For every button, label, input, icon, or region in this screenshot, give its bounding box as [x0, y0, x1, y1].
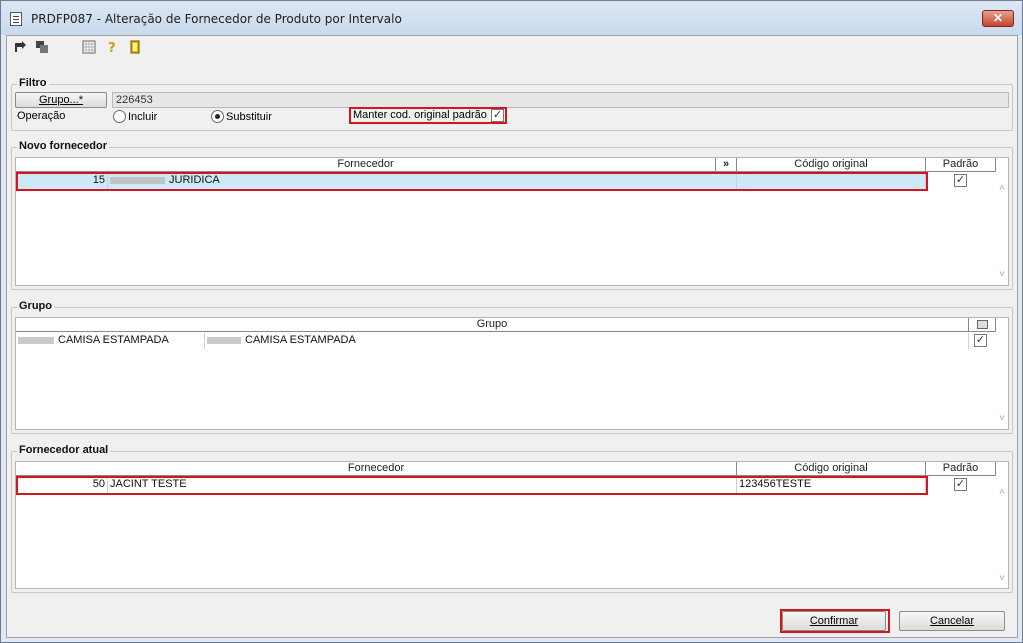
calendar-icon[interactable] — [82, 40, 96, 54]
row-highlight — [16, 172, 928, 191]
filtro-group: Filtro Grupo...* 226453 Operação Incluir… — [11, 77, 1013, 131]
novo-fornecedor-group: Novo fornecedor Fornecedor » Código orig… — [11, 140, 1013, 290]
exit-door-icon[interactable] — [128, 40, 142, 54]
novo-fornecedor-title: Novo fornecedor — [17, 140, 110, 152]
col-codigo-original[interactable]: Código original — [737, 158, 926, 172]
cancelar-button[interactable]: Cancelar — [899, 611, 1005, 631]
filtro-title: Filtro — [17, 77, 49, 89]
document-icon — [10, 12, 22, 26]
title-bar: PRDFP087 - Alteração de Fornecedor de Pr… — [1, 1, 1022, 35]
col-grupo[interactable]: Grupo — [16, 318, 969, 332]
cancelar-label: Cancelar — [929, 615, 975, 627]
grupo-title: Grupo — [17, 300, 54, 312]
fornecedor-atual-title: Fornecedor atual — [17, 444, 111, 456]
grupo-value-field[interactable]: 226453 — [112, 92, 1009, 108]
fornecedor-atual-grid: Fornecedor Código original Padrão 50 JAC… — [15, 461, 1009, 589]
grupo-button-label: Grupo...* — [38, 94, 84, 106]
svg-text:?: ? — [108, 41, 116, 54]
col-fornecedor[interactable]: Fornecedor — [16, 462, 737, 476]
close-button[interactable]: ✕ — [982, 10, 1014, 27]
help-icon[interactable]: ? — [105, 40, 119, 54]
col-codigo-original[interactable]: Código original — [737, 462, 926, 476]
manter-checkbox[interactable]: ✓ — [491, 109, 504, 122]
redacted-block — [18, 336, 54, 344]
confirmar-highlight — [780, 609, 890, 633]
padrao-checkbox[interactable]: ✓ — [954, 478, 967, 491]
incluir-label: Incluir — [128, 111, 158, 123]
grupo-group: Grupo Grupo CAMISA ESTAMPADA CAMISA ESTA… — [11, 300, 1013, 434]
grupo-grid: Grupo CAMISA ESTAMPADA CAMISA ESTAMPADA … — [15, 317, 1009, 430]
select-all-icon — [976, 320, 988, 329]
padrao-checkbox[interactable]: ✓ — [954, 174, 967, 187]
substituir-label: Substituir — [226, 111, 272, 123]
col-expand[interactable]: » — [716, 158, 737, 172]
table-row[interactable]: CAMISA ESTAMPADA CAMISA ESTAMPADA — [16, 333, 969, 349]
grupo-padrao-checkbox[interactable]: ✓ — [974, 334, 987, 347]
scroll-down-icon[interactable]: ˅ — [997, 270, 1007, 280]
col-fornecedor[interactable]: Fornecedor — [16, 158, 716, 172]
grupo-button[interactable]: Grupo...* — [15, 92, 107, 108]
main-window: PRDFP087 - Alteração de Fornecedor de Pr… — [0, 0, 1023, 643]
arrow-icon[interactable] — [13, 40, 27, 54]
novo-fornecedor-grid: Fornecedor » Código original Padrão 15 J… — [15, 157, 1009, 286]
client-area: ? Filtro Grupo...* 226453 Operação Inclu… — [6, 35, 1018, 638]
fornecedor-atual-group: Fornecedor atual Fornecedor Código origi… — [11, 444, 1013, 593]
incluir-radio[interactable] — [113, 110, 126, 123]
toolbar: ? — [7, 36, 1017, 60]
scroll-down-icon[interactable]: ˅ — [997, 414, 1007, 424]
grupo-col2: CAMISA ESTAMPADA — [205, 333, 969, 349]
row-highlight — [16, 476, 928, 495]
scroll-down-icon[interactable]: ˅ — [997, 574, 1007, 584]
col-padrao[interactable]: Padrão — [926, 158, 996, 172]
copy-icon[interactable] — [35, 40, 49, 54]
col-select-all[interactable] — [969, 318, 996, 332]
operacao-label: Operação — [17, 110, 66, 122]
redacted-block — [207, 336, 241, 344]
window-title: PRDFP087 - Alteração de Fornecedor de Pr… — [31, 12, 402, 26]
grupo-col1: CAMISA ESTAMPADA — [16, 333, 205, 349]
col-padrao[interactable]: Padrão — [926, 462, 996, 476]
manter-label: Manter cod. original padrão — [353, 109, 487, 121]
grupo-col2-text: CAMISA ESTAMPADA — [245, 334, 356, 346]
substituir-radio[interactable] — [211, 110, 224, 123]
grupo-col1-text: CAMISA ESTAMPADA — [58, 334, 169, 346]
scroll-up-icon[interactable]: ˄ — [997, 488, 1007, 498]
scroll-up-icon[interactable]: ˄ — [997, 184, 1007, 194]
